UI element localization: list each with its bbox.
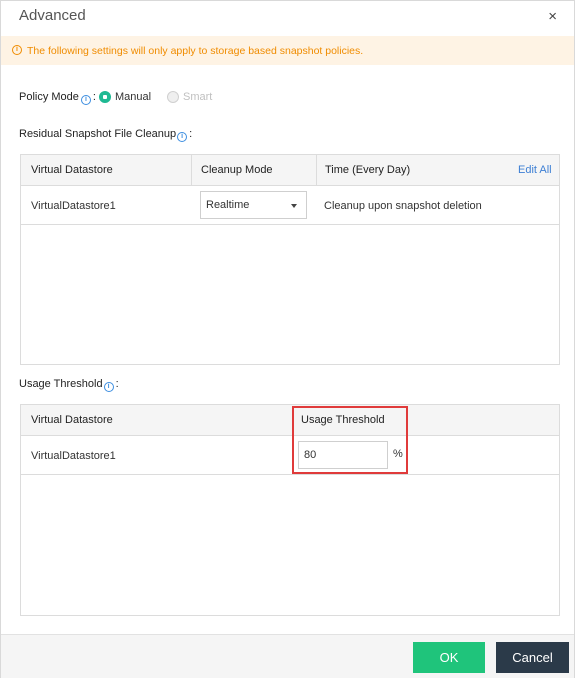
notice-text: The following settings will only apply t… xyxy=(27,45,364,57)
cleanup-label-text: Residual Snapshot File Cleanup xyxy=(19,128,177,140)
dialog-footer: OK Cancel xyxy=(1,634,574,678)
column-divider xyxy=(316,155,317,186)
dialog-titlebar: Advanced × xyxy=(1,1,574,35)
policy-mode-separator: : xyxy=(92,91,96,103)
radio-unchecked-icon xyxy=(167,91,179,103)
cleanup-section-label: Residual Snapshot File Cleanup i: xyxy=(19,128,192,142)
column-header-virtual-datastore: Virtual Datastore xyxy=(31,414,113,426)
info-icon[interactable]: i xyxy=(177,132,188,142)
cleanup-table-header: Virtual Datastore Cleanup Mode Time (Eve… xyxy=(21,155,559,186)
radio-smart[interactable]: Smart xyxy=(167,91,212,103)
datastore-cell: VirtualDatastore1 xyxy=(31,200,116,212)
usage-table: Virtual Datastore Usage Threshold Virtua… xyxy=(20,404,560,616)
percent-unit: % xyxy=(393,448,403,460)
radio-smart-label: Smart xyxy=(183,91,213,103)
usage-section-label: Usage Threshold i: xyxy=(19,378,119,392)
cleanup-time-cell: Cleanup upon snapshot deletion xyxy=(324,200,482,212)
column-header-cleanup-mode: Cleanup Mode xyxy=(201,164,273,176)
usage-separator: : xyxy=(115,378,119,390)
radio-manual[interactable]: Manual xyxy=(99,91,151,103)
info-icon[interactable]: i xyxy=(80,95,91,105)
table-row: VirtualDatastore1 Realtime Cleanup upon … xyxy=(21,186,559,225)
policy-mode-label-text: Policy Mode xyxy=(19,91,79,103)
policy-mode-label: Policy Mode i: xyxy=(19,91,96,105)
close-icon[interactable]: × xyxy=(548,9,557,24)
usage-table-header: Virtual Datastore Usage Threshold xyxy=(21,405,559,436)
edit-all-link[interactable]: Edit All xyxy=(518,164,552,176)
advanced-dialog: Advanced × i The following settings will… xyxy=(0,0,575,678)
radio-checked-icon xyxy=(99,91,111,103)
column-header-usage-threshold: Usage Threshold xyxy=(301,414,385,426)
radio-manual-label: Manual xyxy=(115,91,152,103)
datastore-cell: VirtualDatastore1 xyxy=(31,450,116,462)
usage-label-text: Usage Threshold xyxy=(19,378,103,390)
column-divider xyxy=(191,155,192,186)
cleanup-separator: : xyxy=(189,128,193,140)
usage-threshold-input[interactable] xyxy=(298,441,388,469)
cleanup-mode-value: Realtime xyxy=(206,199,250,211)
info-icon[interactable]: i xyxy=(103,382,114,392)
info-icon: i xyxy=(12,45,22,55)
column-header-virtual-datastore: Virtual Datastore xyxy=(31,164,113,176)
cleanup-table: Virtual Datastore Cleanup Mode Time (Eve… xyxy=(20,154,560,365)
caret-down-icon xyxy=(291,204,297,208)
notice-banner: i The following settings will only apply… xyxy=(1,36,574,65)
cleanup-mode-select[interactable]: Realtime xyxy=(200,191,307,219)
cancel-button[interactable]: Cancel xyxy=(496,642,569,673)
dialog-title: Advanced xyxy=(19,7,86,24)
ok-button[interactable]: OK xyxy=(413,642,485,673)
table-row: VirtualDatastore1 % xyxy=(21,436,559,475)
column-header-time: Time (Every Day) xyxy=(325,164,411,176)
